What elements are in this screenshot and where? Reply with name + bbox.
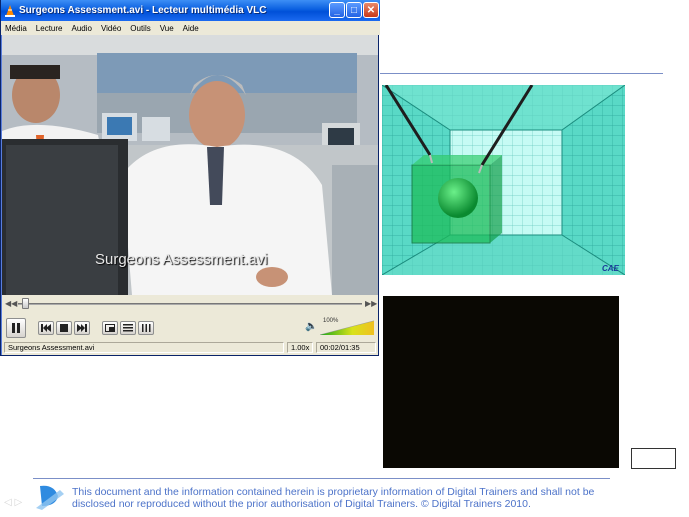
previous-button[interactable] — [38, 321, 54, 335]
menu-outils[interactable]: Outils — [130, 24, 150, 33]
skip-forward-icon[interactable]: ▶▶ — [365, 299, 377, 308]
skip-back-icon[interactable]: ◀◀ — [5, 299, 17, 308]
volume-slider[interactable] — [320, 319, 374, 335]
playlist-icon — [123, 324, 133, 332]
simulator-box-grid-image — [382, 85, 625, 275]
status-bar: Surgeons Assessment.avi 1.00x 00:02/01:3… — [2, 342, 378, 354]
fullscreen-button[interactable] — [102, 321, 118, 335]
small-empty-box — [631, 448, 676, 469]
equalizer-button[interactable] — [138, 321, 154, 335]
seek-thumb[interactable] — [21, 298, 29, 309]
vlc-title-bar[interactable]: Surgeons Assessment.avi - Lecteur multim… — [1, 0, 380, 21]
menu-media[interactable]: Média — [5, 24, 27, 33]
status-speed[interactable]: 1.00x — [287, 342, 313, 353]
pause-icon — [12, 323, 20, 333]
fullscreen-icon — [105, 324, 115, 332]
previous-icon — [41, 324, 51, 332]
vlc-menu-bar: Média Lecture Audio Vidéo Outils Vue Aid… — [1, 21, 380, 35]
next-icon — [77, 324, 87, 332]
next-button[interactable] — [74, 321, 90, 335]
blank-video-panel — [383, 296, 619, 468]
vlc-cone-icon — [5, 4, 15, 17]
playback-controls: 🔈 100% — [2, 315, 378, 341]
menu-vue[interactable]: Vue — [160, 24, 174, 33]
menu-aide[interactable]: Aide — [183, 24, 199, 33]
vlc-window[interactable]: Surgeons Assessment.avi - Lecteur multim… — [0, 0, 380, 356]
stop-icon — [60, 324, 68, 332]
slide-nav-arrows[interactable]: ◁ ▷ — [4, 497, 22, 508]
footer-rule — [33, 478, 610, 479]
slide-header-rule — [380, 73, 663, 74]
equalizer-icon — [142, 324, 151, 332]
menu-video[interactable]: Vidéo — [101, 24, 121, 33]
menu-audio[interactable]: Audio — [71, 24, 91, 33]
menu-lecture[interactable]: Lecture — [36, 24, 63, 33]
status-filename: Surgeons Assessment.avi — [4, 342, 284, 353]
vlc-window-title: Surgeons Assessment.avi - Lecteur multim… — [19, 5, 267, 16]
stop-button[interactable] — [56, 321, 72, 335]
digital-trainers-logo-icon — [36, 485, 64, 510]
seek-bar-row: ◀◀ ▶▶ — [2, 297, 378, 311]
slide-canvas: Surgeons Assessment.avi - Lecteur multim… — [0, 0, 689, 517]
seek-bar[interactable] — [18, 303, 362, 305]
status-time[interactable]: 00:02/01:35 — [316, 342, 376, 353]
cae-logo: CAE — [602, 264, 619, 273]
speaker-icon[interactable]: 🔈 — [305, 321, 317, 332]
video-area[interactable]: Surgeons Assessment.avi — [2, 35, 378, 295]
playlist-button[interactable] — [120, 321, 136, 335]
video-caption-text: Surgeons Assessment.avi — [95, 251, 268, 268]
maximize-button[interactable]: □ — [346, 2, 362, 18]
close-button[interactable]: ✕ — [363, 2, 379, 18]
footer-disclaimer: This document and the information contai… — [72, 486, 595, 510]
simulator-view — [382, 85, 625, 275]
pause-button[interactable] — [6, 318, 26, 338]
minimize-button[interactable]: _ — [329, 2, 345, 18]
